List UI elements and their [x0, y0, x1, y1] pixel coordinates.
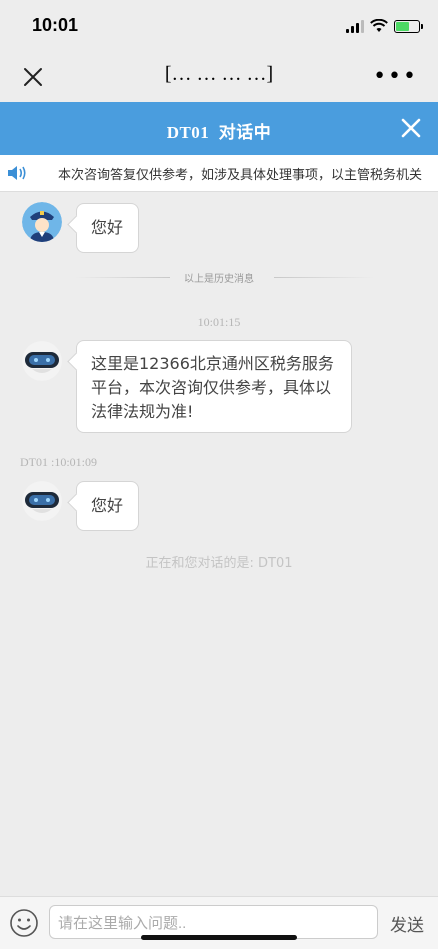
message-bubble: 这里是12366北京通州区税务服务平台，本次咨询仅供参考，具体以法律法规为准!	[76, 340, 352, 433]
nav-bar: [… … … …] •••	[0, 52, 438, 102]
input-bar: 请在这里输入问题.. 发送	[0, 896, 438, 949]
notice-text: 本次咨询答复仅供参考，如涉及具体处理事项，以主管税务机关	[58, 168, 423, 183]
message-timestamp: DT01 :10:01:09	[20, 455, 97, 469]
agent-info: 正在和您对话的是: DT01	[145, 556, 293, 571]
send-button[interactable]: 发送	[390, 911, 424, 936]
status-icons	[346, 16, 423, 36]
message-input[interactable]: 请在这里输入问题..	[49, 905, 378, 939]
bot-avatar	[22, 481, 62, 521]
message-timestamp: 10:01:15	[197, 315, 241, 329]
close-chat-icon[interactable]	[400, 117, 422, 139]
message-text: 您好	[91, 496, 124, 515]
message-text: 这里是12366北京通州区税务服务平台，本次咨询仅供参考，具体以法律法规为准!	[91, 354, 334, 421]
chat-title: DT01 对话中	[166, 123, 272, 142]
message-text: 您好	[91, 218, 124, 237]
battery-icon	[394, 19, 423, 33]
wifi-icon	[370, 19, 388, 32]
signal-icon	[346, 19, 364, 33]
more-menu-button[interactable]: •••	[373, 66, 418, 88]
speaker-icon	[8, 166, 26, 180]
home-indicator	[141, 935, 297, 940]
notice-bar: 本次咨询答复仅供参考，如涉及具体处理事项，以主管税务机关	[0, 155, 438, 192]
status-time: 10:01	[32, 15, 79, 35]
message-bubble: 您好	[76, 203, 139, 253]
bot-avatar	[22, 341, 62, 381]
agent-avatar	[22, 202, 62, 242]
history-divider: 以上是历史消息	[0, 270, 438, 286]
chat-header: DT01 对话中	[0, 102, 438, 155]
emoji-icon[interactable]	[9, 908, 39, 938]
message-bubble: 您好	[76, 481, 139, 531]
status-bar: 10:01	[0, 0, 438, 52]
